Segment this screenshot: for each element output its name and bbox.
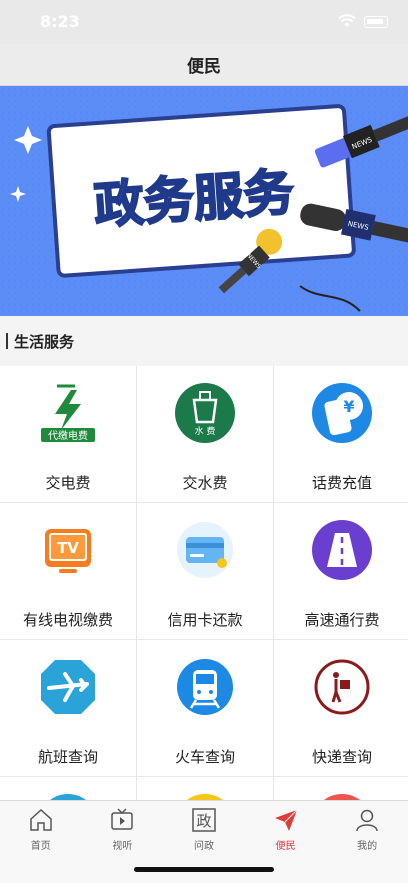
service-label: 信用卡还款 xyxy=(167,611,243,629)
service-flight-query[interactable]: 航班查询 xyxy=(0,640,136,776)
service-label: 航班查询 xyxy=(37,748,98,766)
banner-illustration: 政务服务 NEWS NEWS NEWS xyxy=(0,86,408,316)
paper-plane-icon xyxy=(274,809,297,831)
train-icon xyxy=(177,659,233,715)
person-icon xyxy=(356,809,378,832)
partial-blue-icon xyxy=(50,794,86,800)
tab-mine[interactable]: 我的 xyxy=(326,801,408,883)
tv-play-icon xyxy=(111,808,134,830)
section-header: 生活服务 xyxy=(0,316,408,366)
delivery-icon xyxy=(314,659,370,715)
service-partial-2[interactable] xyxy=(137,777,273,800)
partial-red-icon xyxy=(324,794,360,800)
airplane-icon xyxy=(41,660,95,714)
section-title: 生活服务 xyxy=(14,332,75,351)
service-highway-toll[interactable]: 高速通行费 xyxy=(274,503,408,639)
banner[interactable]: 政务服务 NEWS NEWS NEWS xyxy=(0,86,408,316)
service-partial-3[interactable] xyxy=(274,777,408,800)
service-label: 交电费 xyxy=(45,474,91,492)
water-icon: 水 费 xyxy=(175,383,235,443)
service-delivery-query[interactable]: 快递查询 xyxy=(274,640,408,776)
home-indicator[interactable] xyxy=(134,867,274,872)
status-bar: 8:23 xyxy=(0,0,408,44)
service-label: 火车查询 xyxy=(174,748,235,766)
svg-text:政: 政 xyxy=(196,812,211,830)
service-phone-recharge[interactable]: ¥ 话费充值 xyxy=(274,366,408,502)
svg-text:¥: ¥ xyxy=(343,397,354,416)
service-water[interactable]: 水 费 交水费 xyxy=(137,366,273,502)
service-label: 快递查询 xyxy=(311,748,372,766)
service-partial-1[interactable] xyxy=(0,777,136,800)
page-title: 便民 xyxy=(187,57,221,77)
service-label: 高速通行费 xyxy=(304,611,380,629)
svg-text:代缴电费: 代缴电费 xyxy=(48,429,88,442)
zheng-icon: 政 xyxy=(192,808,216,832)
section-marker xyxy=(6,333,8,349)
tv-icon: TV xyxy=(45,529,91,573)
service-train-query[interactable]: 火车查询 xyxy=(137,640,273,776)
service-label: 交水费 xyxy=(182,474,228,492)
partial-yellow-icon xyxy=(187,794,223,800)
electricity-icon: 代缴电费 xyxy=(41,384,95,442)
battery-icon xyxy=(364,16,388,28)
service-electricity[interactable]: 代缴电费 交电费 xyxy=(0,366,136,502)
nav-bar: 便民 xyxy=(0,44,408,86)
credit-card-icon xyxy=(177,522,233,578)
service-label: 有线电视缴费 xyxy=(22,611,113,629)
tab-home[interactable]: 首页 xyxy=(0,801,82,883)
svg-text:TV: TV xyxy=(57,539,79,557)
service-cable-tv[interactable]: TV 有线电视缴费 xyxy=(0,503,136,639)
status-time: 8:23 xyxy=(40,12,80,31)
wifi-icon xyxy=(338,14,356,27)
services-grid: 代缴电费 交电费 水 费 交水费 ¥ 话费充值 TV 有线电视缴费 信用卡还款 … xyxy=(0,366,408,800)
service-credit-card[interactable]: 信用卡还款 xyxy=(137,503,273,639)
phone-recharge-icon: ¥ xyxy=(312,383,372,443)
service-label: 话费充值 xyxy=(311,474,372,492)
home-icon xyxy=(30,808,52,831)
highway-icon xyxy=(312,520,372,580)
svg-text:水 费: 水 费 xyxy=(195,425,216,437)
